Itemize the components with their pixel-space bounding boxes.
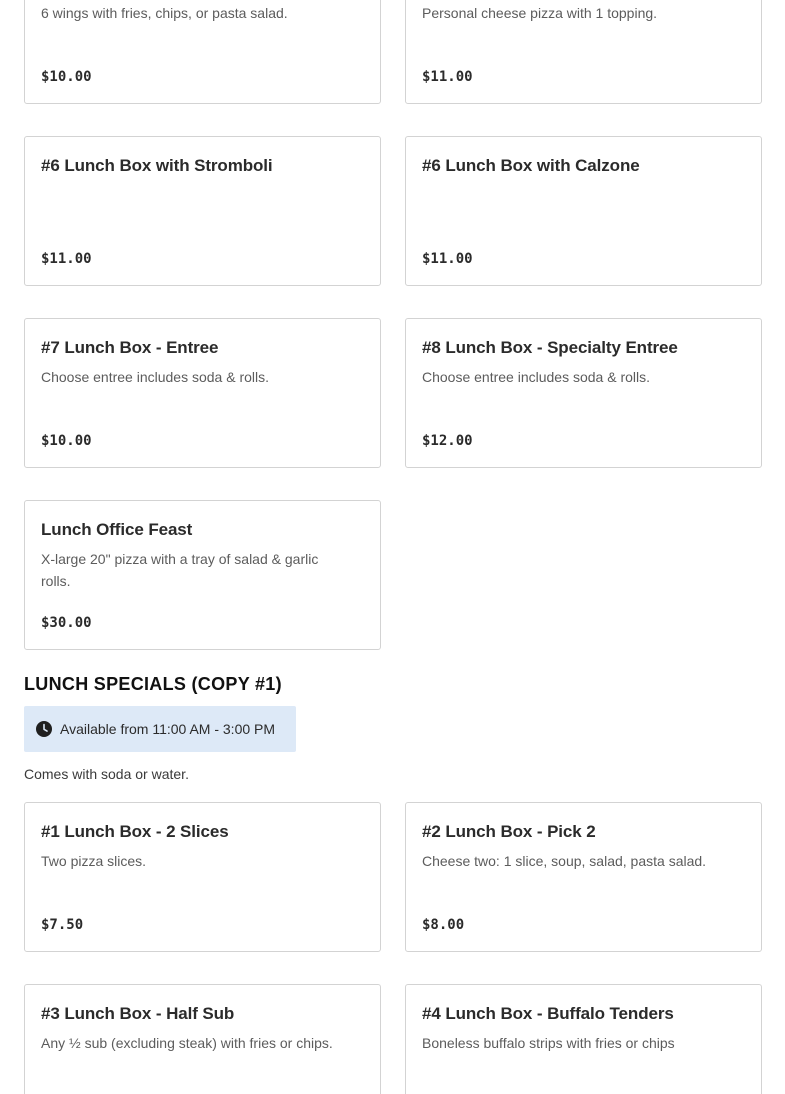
menu-item-card[interactable]: #6 Lunch Box with Calzone $11.00 — [405, 136, 762, 286]
menu-item-description: Two pizza slices. — [41, 853, 147, 869]
availability-banner: Available from 11:00 AM - 3:00 PM — [24, 706, 296, 752]
menu-item-price: $12.00 — [422, 433, 473, 449]
menu-item-description: 6 wings with fries, chips, or pasta sala… — [41, 5, 288, 21]
menu-item-title: Lunch Office Feast — [41, 520, 193, 539]
menu-item-title: #7 Lunch Box - Entree — [41, 338, 219, 357]
menu-item-title: #6 Lunch Box with Calzone — [422, 156, 640, 175]
menu-item-description: X-large 20" pizza with a tray of salad &… — [41, 551, 319, 589]
menu-item-title: #8 Lunch Box - Specialty Entree — [422, 338, 678, 357]
menu-item-price: $30.00 — [41, 615, 92, 631]
menu-item-price: $11.00 — [422, 251, 473, 267]
menu-item-title: #3 Lunch Box - Half Sub — [41, 1004, 235, 1023]
menu-item-description: Any ½ sub (excluding steak) with fries o… — [41, 1035, 333, 1051]
menu-item-card[interactable]: Lunch Office Feast X-large 20" pizza wit… — [24, 500, 381, 650]
menu-item-price: $10.00 — [41, 69, 92, 85]
menu-item-card[interactable]: #1 Lunch Box - 2 Slices Two pizza slices… — [24, 802, 381, 952]
menu-item-card[interactable]: Personal cheese pizza with 1 topping. $1… — [405, 0, 762, 104]
menu-item-card[interactable]: #7 Lunch Box - Entree Choose entree incl… — [24, 318, 381, 468]
menu-item-price: $11.00 — [422, 69, 473, 85]
menu-item-description: Boneless buffalo strips with fries or ch… — [422, 1035, 675, 1051]
section-note: Comes with soda or water. — [24, 766, 189, 782]
menu-item-description: Personal cheese pizza with 1 topping. — [422, 5, 658, 21]
menu-item-card[interactable]: #2 Lunch Box - Pick 2 Cheese two: 1 slic… — [405, 802, 762, 952]
menu-item-card[interactable]: #3 Lunch Box - Half Sub Any ½ sub (exclu… — [24, 984, 381, 1094]
menu-item-title: #6 Lunch Box with Stromboli — [41, 156, 273, 175]
menu-item-price: $7.50 — [41, 917, 84, 933]
menu-item-price: $8.00 — [422, 917, 465, 933]
menu-item-title: #1 Lunch Box - 2 Slices — [41, 822, 229, 841]
menu-item-title: #2 Lunch Box - Pick 2 — [422, 822, 596, 841]
menu-item-card[interactable]: #8 Lunch Box - Specialty Entree Choose e… — [405, 318, 762, 468]
menu-item-card[interactable]: #6 Lunch Box with Stromboli $11.00 — [24, 136, 381, 286]
availability-text: Available from 11:00 AM - 3:00 PM — [60, 721, 276, 737]
menu-item-description: Cheese two: 1 slice, soup, salad, pasta … — [422, 853, 707, 869]
menu-item-card[interactable]: 6 wings with fries, chips, or pasta sala… — [24, 0, 381, 104]
menu-item-description: Choose entree includes soda & rolls. — [41, 369, 270, 385]
menu-item-price: $11.00 — [41, 251, 92, 267]
menu-item-title: #4 Lunch Box - Buffalo Tenders — [422, 1004, 674, 1023]
menu-item-card[interactable]: #4 Lunch Box - Buffalo Tenders Boneless … — [405, 984, 762, 1094]
menu-item-description: Choose entree includes soda & rolls. — [422, 369, 651, 385]
section-title: LUNCH SPECIALS (COPY #1) — [24, 674, 282, 694]
menu-item-price: $10.00 — [41, 433, 92, 449]
clock-icon — [36, 721, 52, 737]
